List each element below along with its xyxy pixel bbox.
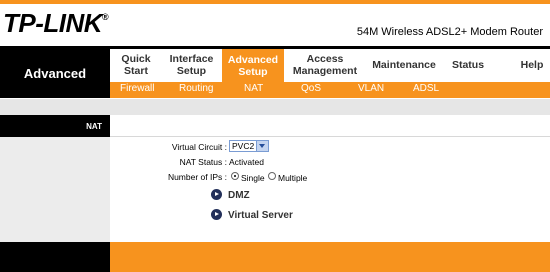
nav-quick-start[interactable]: Quick Start <box>112 51 160 79</box>
tp-link-logo: TP-LINK® <box>3 8 109 39</box>
virtual-circuit-label: Virtual Circuit : <box>171 142 227 152</box>
virtual-circuit-value: PVC2 <box>232 141 255 151</box>
panel-divider <box>110 136 550 137</box>
sub-nav-bar <box>110 82 550 98</box>
subnav-qos[interactable]: QoS <box>301 83 321 94</box>
dmz-link[interactable]: DMZ <box>228 190 250 201</box>
multiple-radio[interactable] <box>268 172 276 180</box>
panel-title: NAT <box>0 115 110 137</box>
arrow-bullet-icon <box>211 209 222 220</box>
left-column <box>0 137 110 242</box>
arrow-bullet-icon <box>211 189 222 200</box>
subnav-adsl[interactable]: ADSL <box>413 83 439 94</box>
virtual-server-link[interactable]: Virtual Server <box>228 210 293 221</box>
spacer-strip <box>0 99 550 115</box>
subnav-vlan[interactable]: VLAN <box>358 83 384 94</box>
logo-text: TP-LINK <box>3 8 103 38</box>
nav-access-management[interactable]: Access Management <box>287 51 363 79</box>
product-name: 54M Wireless ADSL2+ Modem Router <box>356 26 543 38</box>
nav-help[interactable]: Help <box>516 51 548 79</box>
logo-registered-mark: ® <box>102 12 109 22</box>
footer-left <box>0 242 110 272</box>
nav-interface-setup[interactable]: Interface Setup <box>163 51 220 79</box>
single-radio[interactable] <box>231 172 239 180</box>
nav-advanced-setup[interactable]: Advanced Setup <box>222 49 284 82</box>
chevron-down-icon[interactable] <box>256 141 268 151</box>
nat-status-label: NAT Status : <box>179 157 227 167</box>
nat-status-value: Activated <box>229 157 264 167</box>
section-title: Advanced <box>0 49 110 98</box>
multiple-radio-label: Multiple <box>278 173 308 183</box>
number-of-ips-label: Number of IPs : <box>167 172 227 182</box>
nav-maintenance[interactable]: Maintenance <box>368 51 440 79</box>
nav-status[interactable]: Status <box>446 51 490 79</box>
footer-bar <box>110 242 550 272</box>
single-radio-label: Single <box>241 173 265 183</box>
subnav-nat[interactable]: NAT <box>244 83 263 94</box>
subnav-firewall[interactable]: Firewall <box>120 83 154 94</box>
top-accent-stripe <box>0 0 550 4</box>
subnav-routing[interactable]: Routing <box>179 83 213 94</box>
virtual-circuit-select[interactable]: PVC2 <box>229 140 269 152</box>
